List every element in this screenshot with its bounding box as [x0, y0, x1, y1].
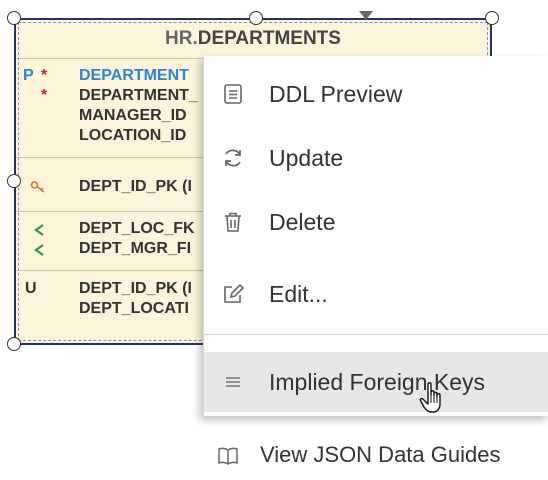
- menu-item-view-json-data-guides[interactable]: View JSON Data Guides: [216, 430, 536, 480]
- menu-item-edit[interactable]: Edit...: [204, 264, 548, 324]
- share-icon: [33, 223, 45, 237]
- menu-item-implied-foreign-keys[interactable]: Implied Foreign Keys: [204, 352, 548, 412]
- pk-marker: P: [23, 67, 34, 84]
- key-icon: [30, 180, 46, 194]
- menu-item-update[interactable]: Update: [204, 128, 548, 188]
- required-marker: *: [41, 87, 48, 104]
- resize-handle[interactable]: [485, 11, 499, 25]
- menu-item-delete[interactable]: Delete: [204, 192, 548, 252]
- connector-arrow-icon: [359, 11, 373, 20]
- uk-name: DEPT_LOCATI: [79, 300, 189, 317]
- menu-item-label: Edit...: [269, 281, 328, 307]
- refresh-icon: [221, 146, 245, 170]
- column-row: * DEPARTMENT_: [16, 87, 216, 109]
- share-icon: [33, 243, 45, 257]
- column-row: LOCATION_ID: [16, 127, 216, 149]
- entity-title: HR.DEPARTMENTS: [16, 20, 490, 59]
- menu-item-ddl-preview[interactable]: DDL Preview: [204, 64, 548, 124]
- uk-row: U DEPT_ID_PK (I: [16, 280, 216, 302]
- column-name: MANAGER_ID: [79, 107, 187, 124]
- uk-name: DEPT_ID_PK (I: [79, 280, 192, 297]
- column-name: DEPARTMENT: [79, 67, 189, 84]
- menu-separator: [204, 334, 548, 335]
- trash-icon: [221, 210, 245, 234]
- menu-item-label: Update: [269, 145, 344, 171]
- resize-handle[interactable]: [7, 174, 21, 188]
- pk-row: DEPT_ID_PK (I: [16, 178, 216, 200]
- resize-handle[interactable]: [7, 11, 21, 25]
- menu-item-label: View JSON Data Guides: [260, 442, 501, 467]
- schema-name: HR.: [165, 28, 198, 49]
- hand-pointer-icon: [418, 381, 450, 415]
- pk-name: DEPT_ID_PK (I: [79, 178, 192, 195]
- required-marker: *: [41, 67, 48, 84]
- fk-row: DEPT_MGR_FI: [16, 240, 216, 262]
- resize-handle[interactable]: [249, 11, 263, 25]
- column-name: DEPARTMENT_: [79, 87, 198, 104]
- context-menu: DDL Preview Update Delete Edit... Implie…: [203, 56, 548, 416]
- uk-row: DEPT_LOCATI: [16, 300, 216, 322]
- book-icon: [216, 444, 240, 468]
- fk-row: DEPT_LOC_FK: [16, 220, 216, 242]
- list-icon: [221, 370, 245, 394]
- fk-name: DEPT_MGR_FI: [79, 240, 192, 257]
- menu-item-label: DDL Preview: [269, 81, 403, 107]
- column-row: P * DEPARTMENT: [16, 67, 216, 89]
- resize-handle[interactable]: [7, 337, 21, 351]
- table-name: DEPARTMENTS: [197, 28, 341, 49]
- menu-item-label: Implied Foreign Keys: [269, 369, 486, 395]
- menu-item-label: Delete: [269, 209, 336, 235]
- column-row: MANAGER_ID: [16, 107, 216, 129]
- column-name: LOCATION_ID: [79, 127, 187, 144]
- fk-name: DEPT_LOC_FK: [79, 220, 195, 237]
- edit-icon: [221, 282, 245, 306]
- document-icon: [221, 82, 245, 106]
- unique-marker: U: [25, 280, 37, 297]
